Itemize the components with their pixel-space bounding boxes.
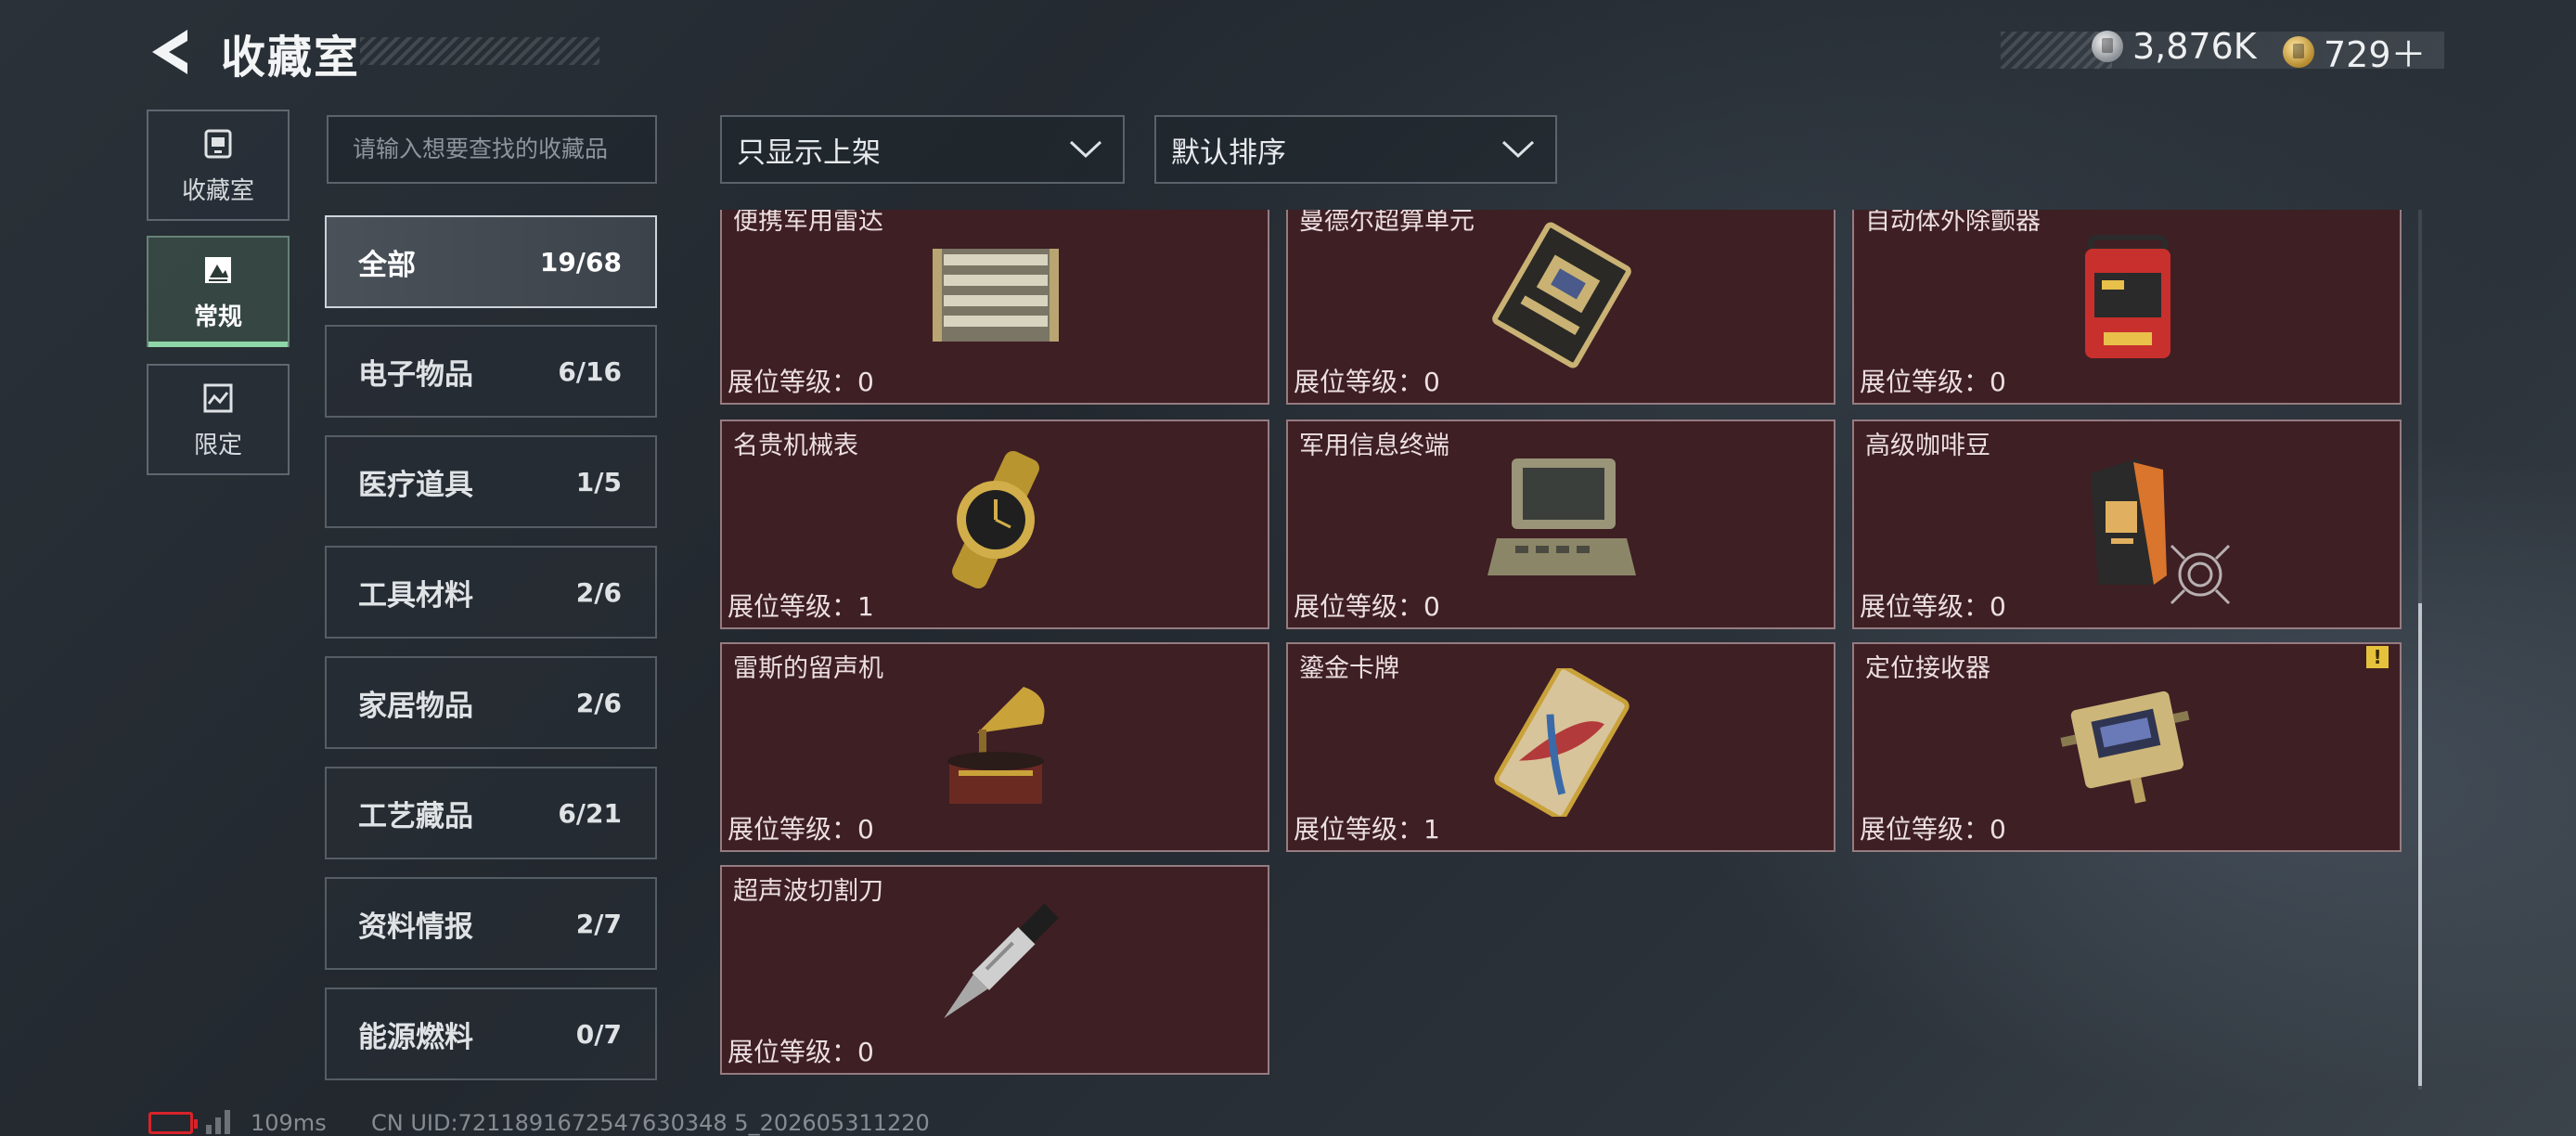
signal-icon [206, 1106, 238, 1134]
item-name: 定位接收器 [1865, 654, 1990, 683]
item-name: 鎏金卡牌 [1299, 654, 1399, 683]
item-name: 雷斯的留声机 [733, 654, 883, 683]
uid-text: CN UID:7211891672547630348 5_20260531122… [371, 1110, 930, 1136]
back-arrow-icon [152, 30, 187, 74]
item-name: 超声波切割刀 [733, 877, 883, 906]
item-name: 高级咖啡豆 [1865, 432, 1990, 460]
display-filter-dropdown[interactable]: 只显示上架 [720, 115, 1125, 184]
category-intel[interactable]: 资料情报 2/7 [325, 877, 657, 970]
item-card-coffee[interactable]: 高级咖啡豆 展位等级：0 [1852, 420, 2402, 629]
search-box[interactable] [327, 115, 657, 184]
item-card-supercomputer[interactable]: 曼德尔超算单元 展位等级：0 [1286, 210, 1835, 405]
category-name: 工艺藏品 [358, 799, 473, 833]
nav-tab-collection[interactable]: 收藏室 [147, 110, 290, 221]
category-medical[interactable]: 医疗道具 1/5 [325, 435, 657, 528]
item-level: 展位等级：0 [1860, 591, 2006, 622]
category-count: 0/7 [575, 1018, 622, 1050]
item-card-gramophone[interactable]: 雷斯的留声机 展位等级：0 [720, 642, 1269, 852]
defibrillator-icon [2085, 235, 2170, 358]
item-level: 展位等级：0 [728, 367, 874, 397]
gold-currency-value: 729＋ [2324, 34, 2427, 75]
watch-icon [952, 450, 1039, 589]
item-name: 曼德尔超算单元 [1299, 210, 1475, 236]
terminal-case-icon [1488, 458, 1636, 575]
category-count: 2/6 [575, 687, 622, 718]
limited-icon [203, 383, 233, 412]
regular-icon [205, 256, 231, 283]
item-name: 便携军用雷达 [733, 210, 883, 236]
silver-coin-icon [2092, 31, 2123, 62]
sort-dropdown[interactable]: 默认排序 [1154, 115, 1557, 184]
category-name: 电子物品 [358, 357, 473, 392]
warning-icon: ! [2366, 646, 2389, 668]
gold-currency[interactable]: 729＋ [2283, 26, 2427, 77]
item-card-gilded-card[interactable]: 鎏金卡牌 展位等级：1 [1286, 642, 1835, 852]
item-level: 展位等级：0 [1294, 367, 1440, 397]
chevron-down-icon [1069, 140, 1102, 159]
circuit-board-icon [1492, 222, 1631, 368]
category-count: 1/5 [575, 466, 622, 497]
item-level: 展位等级：0 [728, 1037, 874, 1067]
category-name: 资料情报 [358, 910, 473, 944]
battery-icon [148, 1112, 198, 1134]
nav-tab-label: 限定 [193, 431, 242, 459]
item-level: 展位等级：1 [728, 591, 874, 622]
category-electronics[interactable]: 电子物品 6/16 [325, 325, 657, 418]
category-all[interactable]: 全部 19/68 [325, 215, 657, 308]
item-level: 展位等级：0 [1294, 591, 1440, 622]
item-grid[interactable]: 便携军用雷达 展位等级：0 曼德尔超算单元 展位等级：0 自动体外除颤器 展位等… [720, 210, 2418, 1099]
category-count: 6/16 [558, 355, 622, 387]
nav-tab-label: 常规 [193, 303, 242, 331]
gold-coin-icon [2283, 35, 2314, 68]
target-icon [2170, 544, 2231, 605]
gilded-card-icon [1494, 668, 1629, 817]
item-level: 展位等级：0 [1860, 367, 2006, 397]
item-level: 展位等级：0 [728, 814, 874, 845]
category-crafts[interactable]: 工艺藏品 6/21 [325, 767, 657, 859]
category-name: 全部 [358, 248, 416, 282]
sort-value: 默认排序 [1171, 136, 1286, 170]
collection-icon [204, 129, 232, 158]
category-count: 2/7 [575, 908, 622, 939]
item-card-terminal[interactable]: 军用信息终端 展位等级：0 [1286, 420, 1835, 629]
category-name: 能源燃料 [358, 1020, 473, 1054]
nav-tab-label: 收藏室 [181, 176, 254, 205]
category-name: 家居物品 [358, 689, 473, 723]
ping-value: 109ms [251, 1110, 327, 1136]
nav-tab-limited[interactable]: 限定 [147, 364, 290, 475]
item-card-receiver[interactable]: 定位接收器 ! 展位等级：0 [1852, 642, 2402, 852]
item-card-radar[interactable]: 便携军用雷达 展位等级：0 [720, 210, 1269, 405]
back-button[interactable] [147, 26, 193, 78]
receiver-icon [2060, 691, 2190, 804]
item-card-cutter[interactable]: 超声波切割刀 展位等级：0 [720, 865, 1269, 1075]
cutter-knife-icon [944, 903, 1059, 1019]
item-card-defibrillator[interactable]: 自动体外除颤器 展位等级：0 [1852, 210, 2402, 405]
page-title: 收藏室 [221, 32, 361, 84]
category-count: 2/6 [575, 576, 622, 608]
display-filter-value: 只显示上架 [737, 136, 881, 170]
silver-currency[interactable]: 3,876K [2092, 26, 2257, 67]
item-card-watch[interactable]: 名贵机械表 展位等级：1 [720, 420, 1269, 629]
item-name: 军用信息终端 [1299, 432, 1449, 460]
search-input[interactable] [353, 117, 631, 182]
chevron-down-icon [1501, 140, 1535, 159]
category-fuel[interactable]: 能源燃料 0/7 [325, 988, 657, 1080]
item-name: 自动体外除颤器 [1865, 210, 2041, 236]
grid-scrollbar-thumb[interactable] [2418, 603, 2422, 1086]
category-name: 工具材料 [358, 578, 473, 613]
category-count: 19/68 [539, 246, 622, 278]
category-count: 6/21 [558, 797, 622, 829]
item-level: 展位等级：0 [1860, 814, 2006, 845]
category-name: 医疗道具 [358, 468, 473, 502]
silver-currency-value: 3,876K [2132, 26, 2257, 67]
category-household[interactable]: 家居物品 2/6 [325, 656, 657, 749]
category-tools[interactable]: 工具材料 2/6 [325, 546, 657, 639]
item-name: 名贵机械表 [733, 432, 858, 460]
item-level: 展位等级：1 [1294, 814, 1440, 845]
gramophone-icon [947, 687, 1045, 804]
radar-icon [933, 249, 1059, 342]
title-decoration [360, 37, 599, 65]
nav-tab-regular[interactable]: 常规 [147, 236, 290, 347]
